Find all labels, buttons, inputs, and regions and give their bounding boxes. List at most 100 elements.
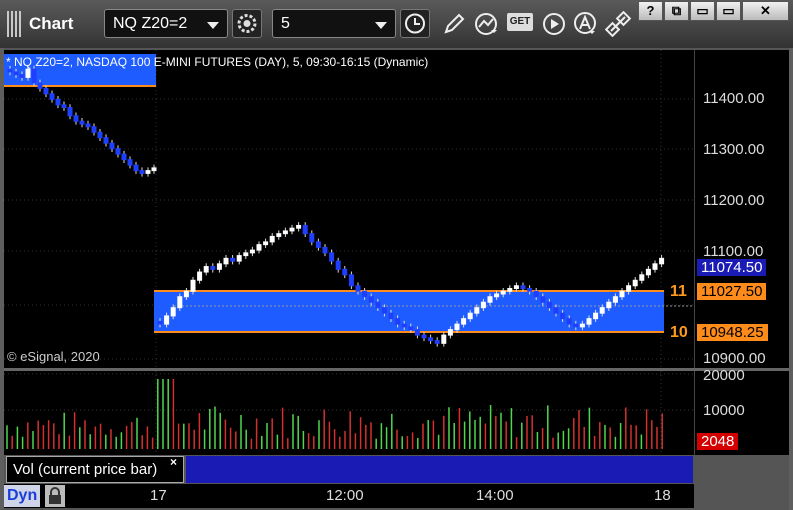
candle-body	[335, 260, 341, 270]
candle-body	[619, 290, 625, 298]
candle-body	[25, 68, 31, 78]
symbol-dropdown[interactable]: NQ Z20=2	[104, 9, 228, 38]
volume-axis[interactable]: 20000 10000 2048	[694, 367, 789, 455]
symbol-settings-button[interactable]	[232, 9, 262, 38]
candle-body	[243, 252, 249, 257]
candle-body	[309, 233, 315, 243]
drag-grip-icon[interactable]	[7, 11, 21, 37]
dynamic-mode-button[interactable]: Dyn	[4, 485, 41, 507]
candle-body	[151, 167, 157, 172]
candle-body	[282, 230, 288, 235]
candle-body	[49, 93, 55, 100]
price-axis-label: 11100.00	[703, 243, 764, 260]
candle-body	[645, 268, 651, 276]
candle-body	[19, 74, 25, 78]
time-label: 14:00	[476, 487, 514, 504]
candle-body	[507, 288, 513, 292]
settings-gear-icon	[237, 14, 257, 33]
candle-body	[348, 274, 354, 287]
chart-style-icon[interactable]	[474, 11, 500, 37]
volume-chart	[4, 371, 694, 455]
candle-body	[375, 301, 381, 309]
candle-body	[103, 137, 109, 144]
candle-body	[302, 224, 308, 235]
candle-body	[210, 266, 216, 270]
candle-body	[381, 307, 387, 314]
time-label: 17	[150, 487, 167, 504]
lock-icon[interactable]	[45, 485, 65, 507]
candle-body	[441, 334, 447, 344]
volume-bars	[6, 379, 663, 449]
candle-body	[13, 71, 19, 76]
candle-body	[612, 296, 618, 303]
alert-icon[interactable]	[573, 11, 599, 37]
get-icon[interactable]: GET	[507, 13, 533, 31]
candle-body	[91, 126, 97, 133]
pencil-icon[interactable]	[441, 11, 467, 37]
symbol-value: NQ Z20=2	[113, 15, 188, 32]
volume-axis-label: 20000	[703, 367, 745, 384]
level-label-low: 10	[670, 324, 688, 341]
candle-body	[31, 68, 37, 84]
restore-button[interactable]: ⧉	[664, 1, 689, 21]
candle-body	[183, 290, 189, 298]
candle-body	[606, 301, 612, 309]
candle-body	[447, 329, 453, 336]
volume-pane[interactable]	[4, 371, 694, 455]
candle-body	[632, 279, 638, 287]
interval-clock-button[interactable]	[400, 9, 430, 38]
candle-body	[342, 268, 348, 276]
help-button[interactable]: ?	[638, 1, 663, 21]
volume-study-label[interactable]: Vol (current price bar)	[6, 456, 184, 483]
candle-body	[401, 323, 407, 328]
candle-body	[520, 285, 526, 290]
candle-body	[579, 323, 585, 328]
candle-body	[256, 244, 262, 251]
right-scrollbar[interactable]	[789, 48, 793, 510]
play-icon[interactable]	[541, 11, 567, 37]
copyright-text: © eSignal, 2020	[7, 349, 100, 364]
candle-body	[362, 290, 368, 298]
candle-body	[269, 235, 275, 243]
candle-body	[461, 318, 467, 325]
time-label: 18	[654, 487, 671, 504]
candle-body	[236, 255, 242, 262]
range-high-tag: 11027.50	[697, 283, 767, 300]
candle-body	[216, 263, 222, 270]
candle-body	[546, 301, 552, 309]
price-axis[interactable]: 11400.00 11300.00 11200.00 11100.00 1090…	[694, 50, 789, 368]
candle-body	[164, 315, 170, 325]
candle-body	[230, 257, 236, 262]
candle-body	[139, 170, 145, 174]
link-icon[interactable]	[605, 11, 631, 37]
candle-body	[414, 329, 420, 336]
candle-body	[593, 312, 599, 320]
minimize-button[interactable]: ▭	[690, 1, 715, 21]
candle-body	[55, 98, 61, 106]
close-button[interactable]: ✕	[742, 1, 789, 21]
last-price-tag: 11074.50	[697, 259, 767, 276]
candle-body	[368, 296, 374, 303]
candle-body	[395, 318, 401, 325]
candle-body	[73, 115, 79, 122]
candle-body	[474, 307, 480, 314]
candle-body	[599, 307, 605, 314]
window-title: Chart	[29, 14, 74, 33]
candle-body	[115, 148, 121, 155]
chevron-down-icon	[207, 22, 219, 29]
candle-body	[467, 312, 473, 320]
interval-dropdown[interactable]: 5	[272, 9, 396, 38]
maximize-button[interactable]: ▭	[716, 1, 741, 21]
candle-body	[540, 296, 546, 303]
interval-value: 5	[281, 15, 290, 32]
price-axis-label: 10900.00	[703, 350, 766, 367]
candle-body	[421, 334, 427, 339]
candle-body	[79, 120, 85, 125]
close-icon[interactable]: ×	[170, 455, 177, 469]
price-pane[interactable]: * NQ Z20=2, NASDAQ 100 E-MINI FUTURES (D…	[4, 50, 694, 368]
candle-body	[109, 142, 115, 150]
candle-body	[61, 104, 67, 109]
candle-body	[121, 153, 127, 161]
candle-body	[454, 323, 460, 331]
candle-body	[659, 257, 665, 265]
